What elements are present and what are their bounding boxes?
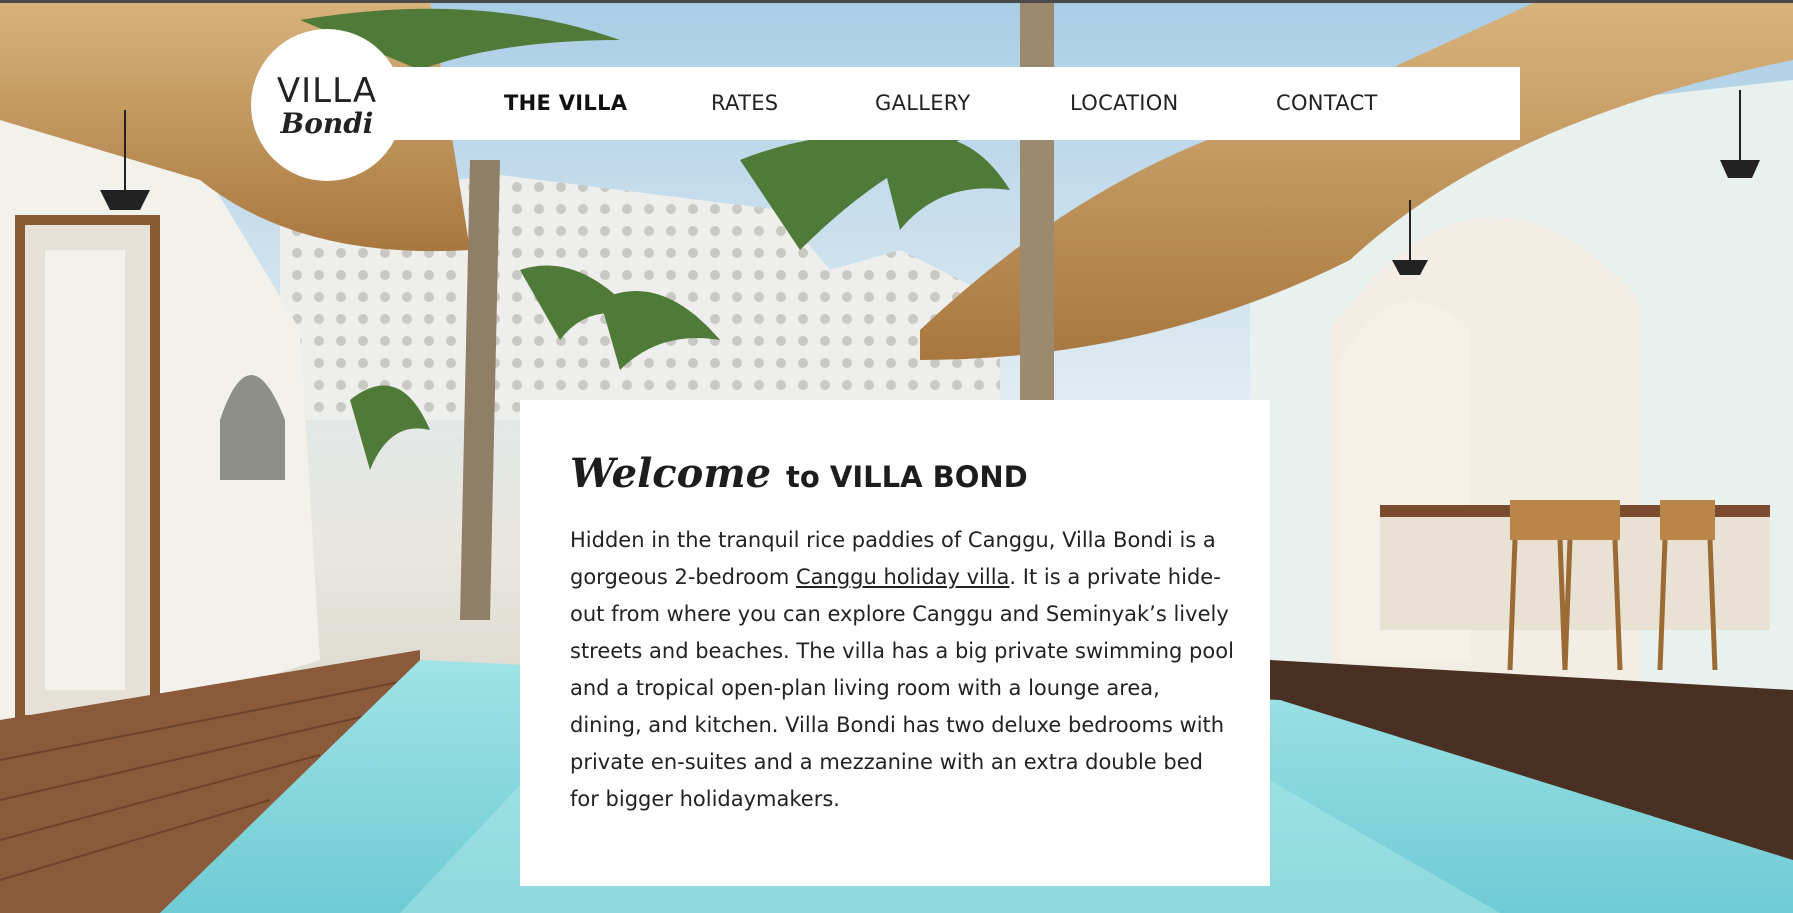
nav-the-villa[interactable]: THE VILLA	[504, 91, 627, 115]
main-nav: THE VILLA RATES GALLERY LOCATION CONTACT	[380, 67, 1520, 140]
nav-contact[interactable]: CONTACT	[1276, 91, 1378, 115]
nav-gallery[interactable]: GALLERY	[875, 91, 970, 115]
canggu-holiday-villa-link[interactable]: Canggu holiday villa	[796, 565, 1009, 589]
top-border	[0, 0, 1793, 3]
welcome-paragraph: Hidden in the tranquil rice paddies of C…	[570, 522, 1235, 818]
site-logo[interactable]: VILLA Bondi	[251, 29, 403, 181]
welcome-card: Welcome to VILLA BOND Hidden in the tran…	[520, 400, 1270, 886]
logo-villa-text: VILLA	[276, 71, 378, 111]
paragraph-end: . It is a private hide-out from where yo…	[570, 565, 1234, 811]
welcome-title: Welcome to VILLA BOND	[570, 450, 1028, 497]
welcome-script: Welcome	[570, 450, 772, 497]
logo-bondi-text: Bondi	[280, 107, 374, 140]
welcome-rest: to VILLA BOND	[786, 460, 1028, 494]
nav-rates[interactable]: RATES	[711, 91, 778, 115]
nav-location[interactable]: LOCATION	[1070, 91, 1179, 115]
